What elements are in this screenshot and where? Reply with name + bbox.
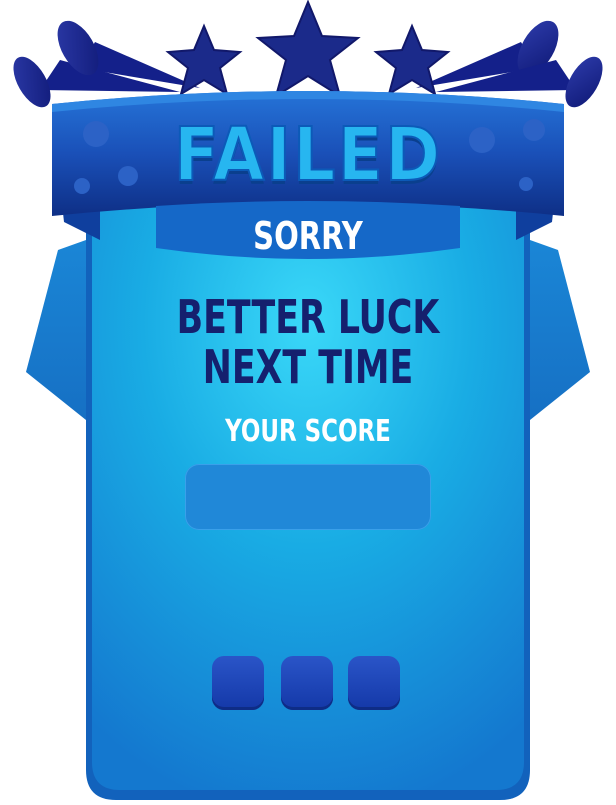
score-value: [185, 464, 431, 530]
star-center-icon: [255, 0, 361, 99]
result-subtitle: SORRY: [253, 214, 363, 258]
result-message: BETTER LUCK NEXT TIME: [49, 292, 566, 392]
action-button-2[interactable]: [281, 656, 333, 710]
action-button-3[interactable]: [348, 656, 400, 710]
score-label: YOUR SCORE: [225, 414, 391, 449]
score-display: [185, 464, 431, 530]
action-button-1[interactable]: [212, 656, 264, 710]
message-line-1: BETTER LUCK: [176, 290, 440, 344]
result-title: FAILED: [173, 111, 443, 199]
message-line-2: NEXT TIME: [202, 340, 414, 394]
